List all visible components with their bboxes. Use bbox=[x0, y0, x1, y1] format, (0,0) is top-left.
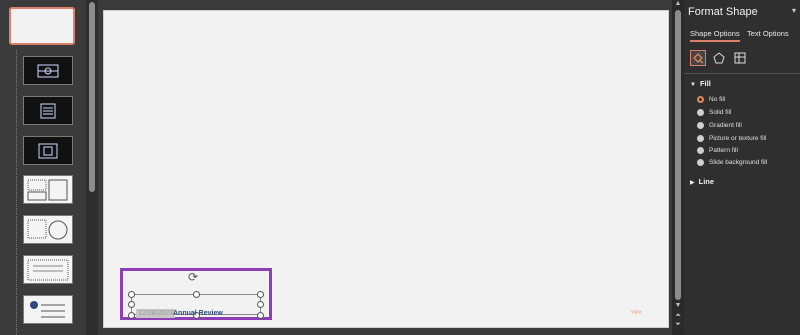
footer-text[interactable]: Annual Review bbox=[173, 309, 223, 318]
layout-glyph-icon bbox=[40, 103, 56, 118]
fill-option-picture-fill[interactable]: Picture or texture fill bbox=[697, 134, 766, 143]
fill-option-gradient-fill[interactable]: Gradient fill bbox=[697, 121, 742, 130]
slide-editor: <#> ⟳ 12/28/2023 Annual Review bbox=[98, 0, 672, 335]
format-shape-pane: Format Shape ▾ Shape Options Text Option… bbox=[684, 0, 800, 335]
page-number-placeholder[interactable]: <#> bbox=[631, 310, 641, 316]
tab-shape-options[interactable]: Shape Options bbox=[690, 29, 740, 42]
radio-button[interactable] bbox=[697, 109, 704, 116]
pane-title: Format Shape bbox=[688, 6, 758, 18]
resize-handle[interactable] bbox=[128, 312, 135, 319]
frame-glyph-icon bbox=[38, 143, 58, 158]
line-section-header[interactable]: ▶ Line bbox=[690, 177, 714, 186]
resize-handle[interactable] bbox=[257, 312, 264, 319]
pane-divider bbox=[684, 73, 800, 74]
fill-section-header[interactable]: ▼ Fill bbox=[690, 79, 711, 88]
content-glyph-icon bbox=[27, 179, 68, 200]
size-properties-icon[interactable] bbox=[732, 50, 748, 66]
effects-pentagon-icon[interactable] bbox=[711, 50, 727, 66]
tab-text-options[interactable]: Text Options bbox=[747, 29, 789, 38]
slide-thumbnail-8[interactable] bbox=[23, 295, 73, 324]
slide-thumbnail-pane bbox=[0, 0, 86, 335]
slide-thumbnail-6[interactable] bbox=[23, 215, 73, 244]
radio-button[interactable] bbox=[697, 122, 704, 129]
resize-handle[interactable] bbox=[128, 301, 135, 308]
previous-slide-icon[interactable]: ⏶ bbox=[672, 312, 684, 320]
fill-line-icon[interactable] bbox=[690, 50, 706, 66]
thumbnail-scrollbar[interactable] bbox=[86, 0, 98, 335]
chevron-right-icon: ▶ bbox=[690, 180, 695, 186]
scroll-down-icon[interactable]: ▼ bbox=[672, 302, 684, 310]
slide-thumbnail-5[interactable] bbox=[23, 175, 73, 204]
slide-thumbnail-1[interactable] bbox=[9, 7, 75, 45]
fill-option-pattern-fill[interactable]: Pattern fill bbox=[697, 146, 738, 155]
fill-option-slide-background-fill[interactable]: Slide background fill bbox=[697, 158, 767, 167]
radio-label: No fill bbox=[709, 96, 726, 103]
diagram-glyph-icon bbox=[37, 64, 59, 77]
fill-option-no-fill[interactable]: No fill bbox=[697, 95, 725, 104]
resize-handle[interactable] bbox=[257, 301, 264, 308]
radio-label: Slide background fill bbox=[709, 159, 768, 166]
radio-label: Gradient fill bbox=[709, 122, 742, 129]
fill-section-label: Fill bbox=[699, 79, 711, 88]
chevron-down-icon: ▼ bbox=[690, 82, 696, 88]
fill-option-solid-fill[interactable]: Solid fill bbox=[697, 108, 731, 117]
slide-thumbnail-7[interactable] bbox=[23, 255, 73, 284]
radio-label: Solid fill bbox=[709, 109, 732, 116]
slide-thumbnail-4[interactable] bbox=[23, 136, 73, 165]
slide-thumbnail-2[interactable] bbox=[23, 56, 73, 85]
content-glyph-icon bbox=[30, 300, 65, 317]
radio-label: Picture or texture fill bbox=[709, 135, 767, 142]
radio-button[interactable] bbox=[697, 147, 704, 154]
section-divider bbox=[16, 50, 17, 335]
radio-button[interactable] bbox=[697, 159, 704, 166]
resize-handle[interactable] bbox=[128, 291, 135, 298]
content-glyph-icon bbox=[27, 259, 69, 280]
resize-handle[interactable] bbox=[193, 291, 200, 298]
radio-button[interactable] bbox=[697, 96, 704, 103]
line-section-label: Line bbox=[698, 177, 715, 186]
next-slide-icon[interactable]: ⏷ bbox=[672, 321, 684, 329]
radio-label: Pattern fill bbox=[709, 147, 738, 154]
scroll-up-icon[interactable]: ▲ bbox=[672, 0, 684, 8]
resize-handle[interactable] bbox=[257, 291, 264, 298]
canvas-scroll-thumb[interactable] bbox=[675, 10, 681, 300]
slide-thumbnail-3[interactable] bbox=[23, 96, 73, 125]
content-glyph-icon bbox=[27, 219, 68, 239]
thumbnail-scroll-thumb[interactable] bbox=[89, 2, 95, 192]
radio-button[interactable] bbox=[697, 135, 704, 142]
pane-options-chevron-icon[interactable]: ▾ bbox=[792, 6, 796, 15]
rotate-handle-icon[interactable]: ⟳ bbox=[187, 271, 199, 283]
canvas-scrollbar[interactable]: ▲ ▼ ⏶ ⏷ bbox=[672, 0, 684, 335]
footer-date-text[interactable]: 12/28/2023 bbox=[136, 309, 176, 318]
